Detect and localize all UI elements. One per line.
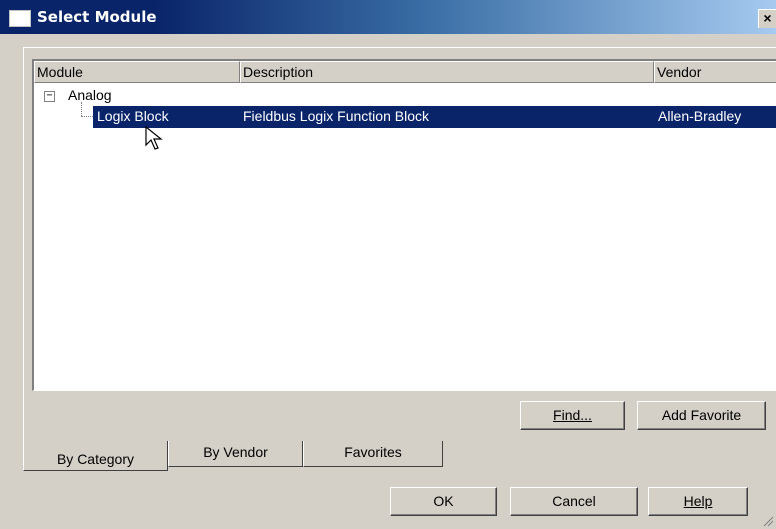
- row-vendor: Allen-Bradley: [658, 108, 742, 124]
- row-module: Logix Block: [97, 108, 169, 124]
- tree-connector: [81, 116, 93, 117]
- help-button-label: Help: [683, 493, 713, 509]
- add-favorite-button[interactable]: Add Favorite: [637, 401, 766, 430]
- module-list[interactable]: Module Description Vendor − Analog Logix…: [32, 59, 776, 391]
- list-item[interactable]: Logix Block Fieldbus Logix Function Bloc…: [93, 106, 776, 128]
- tree-group-analog[interactable]: Analog: [68, 87, 112, 103]
- close-icon[interactable]: ×: [758, 9, 776, 28]
- mouse-pointer-icon: [145, 126, 163, 150]
- column-header-module[interactable]: Module: [34, 61, 240, 83]
- tab-favorites[interactable]: Favorites: [303, 441, 443, 467]
- title-bar[interactable]: Select Module ×: [0, 0, 776, 34]
- row-description: Fieldbus Logix Function Block: [243, 108, 429, 124]
- add-favorite-button-label: Add Favorite: [661, 407, 742, 423]
- window-title: Select Module: [37, 8, 157, 26]
- column-header-vendor[interactable]: Vendor: [654, 61, 776, 83]
- cancel-button[interactable]: Cancel: [510, 487, 638, 516]
- window-icon: [9, 10, 31, 27]
- tree-collapse-icon[interactable]: −: [44, 91, 55, 102]
- help-button[interactable]: Help: [648, 487, 748, 516]
- find-button-label: Find...: [553, 407, 592, 423]
- tree-connector: [81, 102, 82, 116]
- tab-by-category[interactable]: By Category: [23, 441, 168, 471]
- find-button[interactable]: Find...: [520, 401, 625, 430]
- ok-button[interactable]: OK: [390, 487, 497, 516]
- tab-by-vendor[interactable]: By Vendor: [168, 441, 303, 467]
- column-header-description[interactable]: Description: [240, 61, 654, 83]
- resize-grip-icon[interactable]: [762, 515, 774, 527]
